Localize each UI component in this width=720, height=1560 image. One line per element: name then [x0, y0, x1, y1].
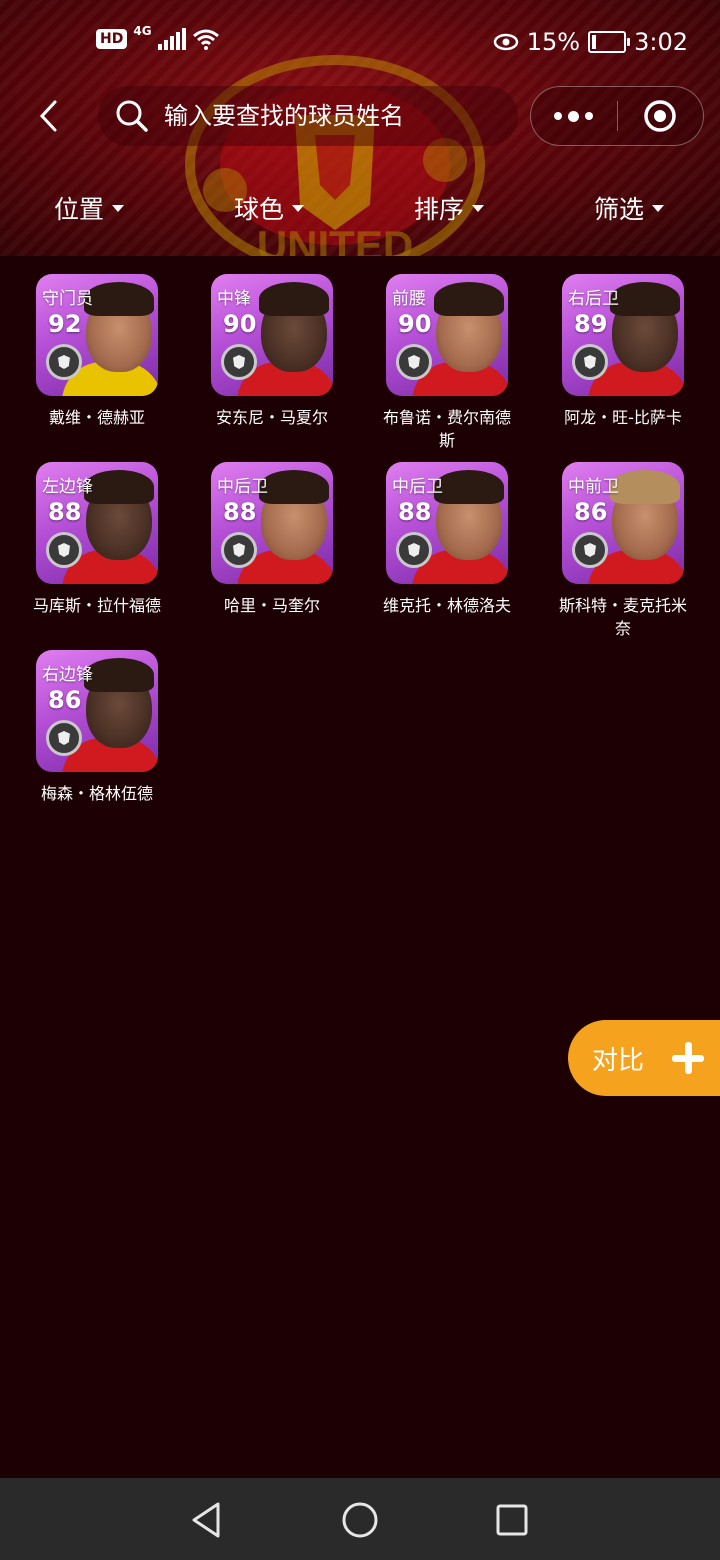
caret-down-icon — [292, 204, 305, 212]
caret-down-icon — [112, 204, 125, 212]
player-card[interactable]: 中后卫 88 哈里・马奎尔 — [197, 458, 347, 617]
player-avatar: 守门员 92 — [36, 274, 158, 396]
more-button[interactable] — [531, 87, 617, 145]
filter-sort[interactable]: 排序 — [414, 190, 485, 226]
circle-home-icon — [342, 1502, 378, 1538]
eye-icon — [493, 33, 518, 51]
player-rating: 88 — [223, 498, 257, 526]
hd-badge: HD — [96, 29, 128, 49]
player-name: 戴维・德赫亚 — [48, 408, 145, 427]
compare-button[interactable]: 对比 — [568, 1020, 720, 1096]
search-input[interactable] — [162, 101, 506, 131]
club-badge-icon — [46, 532, 82, 568]
player-avatar: 中后卫 88 — [386, 462, 508, 584]
compare-label: 对比 — [592, 1045, 645, 1076]
plus-icon — [672, 1042, 705, 1074]
header-banner: UNITED HD 4G 15% 3:02 输入要查找的球员姓名 位置 球色 排… — [0, 0, 720, 256]
player-name: 安东尼・马夏尔 — [215, 408, 328, 427]
wifi-icon — [192, 29, 219, 50]
caret-down-icon — [652, 204, 665, 212]
player-avatar: 右后卫 89 — [562, 274, 684, 396]
player-position: 中锋 — [217, 289, 251, 309]
filter-label: 排序 — [414, 195, 465, 224]
filter-bar: 位置 球色 排序 筛选 — [0, 190, 720, 230]
close-button[interactable] — [618, 87, 704, 145]
chevron-left-icon — [39, 100, 57, 132]
player-position: 中后卫 — [217, 477, 268, 497]
player-name: 哈里・马奎尔 — [223, 596, 320, 615]
player-avatar: 左边锋 88 — [36, 462, 158, 584]
player-name: 布鲁诺・费尔南德斯 — [382, 408, 511, 450]
triangle-back-icon — [192, 1502, 220, 1538]
player-position: 中后卫 — [392, 477, 443, 497]
player-card[interactable]: 前腰 90 布鲁诺・费尔南德斯 — [372, 270, 522, 452]
mini-program-capsule — [530, 86, 704, 146]
player-avatar: 中锋 90 — [211, 274, 333, 396]
player-name: 阿龙・旺-比萨卡 — [564, 408, 682, 427]
battery-percent: 15% — [526, 28, 581, 56]
club-badge-icon — [46, 344, 82, 380]
more-dots-icon — [554, 110, 594, 122]
system-nav-bar — [0, 1478, 720, 1560]
nav-back-button[interactable] — [184, 1498, 228, 1542]
player-card[interactable]: 中锋 90 安东尼・马夏尔 — [197, 270, 347, 429]
filter-screen[interactable]: 筛选 — [594, 190, 665, 226]
network-type: 4G — [133, 24, 152, 38]
search-icon — [116, 100, 148, 132]
player-rating: 90 — [398, 310, 432, 338]
player-position: 守门员 — [42, 289, 93, 309]
player-rating: 89 — [574, 310, 608, 338]
club-badge-icon — [221, 532, 257, 568]
player-rating: 88 — [48, 498, 82, 526]
club-badge-icon — [46, 720, 82, 756]
player-rating: 90 — [223, 310, 257, 338]
club-badge-icon — [572, 532, 608, 568]
player-rating: 88 — [398, 498, 432, 526]
target-close-icon — [644, 100, 676, 132]
filter-label: 位置 — [54, 195, 105, 224]
filter-position[interactable]: 位置 — [54, 190, 125, 226]
club-badge-icon — [396, 532, 432, 568]
player-card[interactable]: 中前卫 86 斯科特・麦克托米奈 — [548, 458, 698, 640]
battery-icon — [588, 31, 631, 53]
club-badge-icon — [396, 344, 432, 380]
player-name: 维克托・林德洛夫 — [382, 596, 511, 615]
club-badge-icon — [572, 344, 608, 380]
player-avatar: 右边锋 86 — [36, 650, 158, 772]
player-position: 前腰 — [392, 289, 426, 309]
player-position: 中前卫 — [568, 477, 619, 497]
player-avatar: 中后卫 88 — [211, 462, 333, 584]
player-rating: 86 — [574, 498, 608, 526]
signal-icon — [157, 28, 186, 50]
square-recents-icon — [496, 1504, 528, 1536]
clock: 3:02 — [634, 28, 688, 56]
caret-down-icon — [472, 204, 485, 212]
player-card[interactable]: 左边锋 88 马库斯・拉什福德 — [22, 458, 172, 617]
player-rating: 92 — [48, 310, 82, 338]
player-card[interactable]: 中后卫 88 维克托・林德洛夫 — [372, 458, 522, 617]
filter-label: 球色 — [234, 195, 285, 224]
back-button[interactable] — [30, 96, 70, 136]
search-bar[interactable] — [98, 86, 518, 146]
nav-recents-button[interactable] — [490, 1498, 534, 1542]
player-name: 马库斯・拉什福德 — [32, 596, 161, 615]
player-card[interactable]: 右边锋 86 梅森・格林伍德 — [22, 646, 172, 805]
player-card[interactable]: 右后卫 89 阿龙・旺-比萨卡 — [548, 270, 698, 429]
club-badge-icon — [221, 344, 257, 380]
player-card[interactable]: 守门员 92 戴维・德赫亚 — [22, 270, 172, 429]
player-name: 斯科特・麦克托米奈 — [558, 596, 687, 638]
player-avatar: 中前卫 86 — [562, 462, 684, 584]
filter-label: 筛选 — [594, 195, 645, 224]
player-position: 右后卫 — [568, 289, 619, 309]
filter-card-color[interactable]: 球色 — [234, 190, 305, 226]
player-name: 梅森・格林伍德 — [40, 784, 153, 803]
player-position: 左边锋 — [42, 477, 93, 497]
player-position: 右边锋 — [42, 665, 93, 685]
player-rating: 86 — [48, 686, 82, 714]
status-bar: HD 4G 15% 3:02 — [0, 0, 720, 90]
nav-home-button[interactable] — [338, 1498, 382, 1542]
player-avatar: 前腰 90 — [386, 274, 508, 396]
